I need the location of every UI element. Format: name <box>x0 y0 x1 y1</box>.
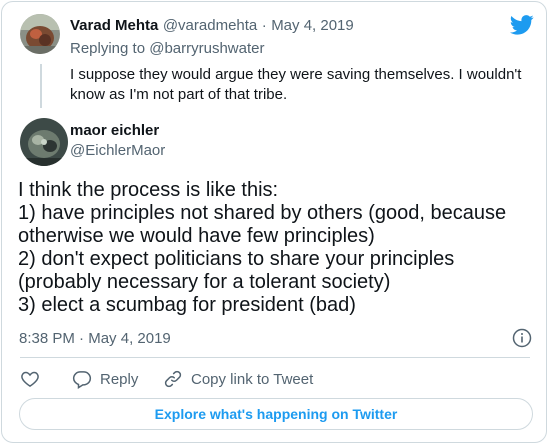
info-icon[interactable] <box>512 328 532 348</box>
main-author-name[interactable]: maor eichler <box>70 122 159 139</box>
copy-link-button[interactable]: Copy link to Tweet <box>163 369 313 389</box>
explore-label: Explore what's happening on Twitter <box>154 406 398 422</box>
reply-author-name[interactable]: Varad Mehta <box>70 17 158 34</box>
timestamp-separator: · <box>79 330 85 347</box>
heart-icon <box>21 371 39 387</box>
replying-to-label: Replying to <box>70 40 146 57</box>
replying-to: Replying to @barryrushwater <box>70 40 264 57</box>
thread-connector-line <box>40 64 42 108</box>
copy-link-label: Copy link to Tweet <box>191 370 314 388</box>
reply-tweet-text: I suppose they would argue they were sav… <box>70 66 522 103</box>
tweet-time: 8:38 PM <box>19 330 75 347</box>
replying-to-handle[interactable]: @barryrushwater <box>149 40 264 57</box>
reply-label: Reply <box>100 370 139 388</box>
reply-bubble-icon <box>72 371 92 389</box>
reply-author-handle[interactable]: @varadmehta <box>163 17 257 34</box>
reply-button[interactable]: Reply <box>72 369 138 389</box>
header-separator: · <box>261 17 267 34</box>
divider <box>20 357 530 358</box>
tweet-date: May 4, 2019 <box>88 330 171 347</box>
link-icon <box>164 370 182 388</box>
tweet-embed-card: Varad Mehta @varadmehta · May 4, 2019 Re… <box>1 1 547 443</box>
reply-tweet-header: Varad Mehta @varadmehta · May 4, 2019 <box>70 17 354 35</box>
main-tweet-text: I think the process is like this: 1) hav… <box>18 179 507 316</box>
like-button[interactable] <box>20 369 40 389</box>
main-tweet-timestamp[interactable]: 8:38 PM · May 4, 2019 <box>19 330 171 347</box>
main-author-handle[interactable]: @EichlerMaor <box>70 142 165 159</box>
varad-avatar[interactable] <box>20 14 60 54</box>
explore-twitter-button[interactable]: Explore what's happening on Twitter <box>19 398 533 430</box>
maor-avatar[interactable] <box>20 118 68 166</box>
twitter-bird-icon[interactable] <box>509 15 534 35</box>
reply-tweet-date[interactable]: May 4, 2019 <box>271 17 354 34</box>
